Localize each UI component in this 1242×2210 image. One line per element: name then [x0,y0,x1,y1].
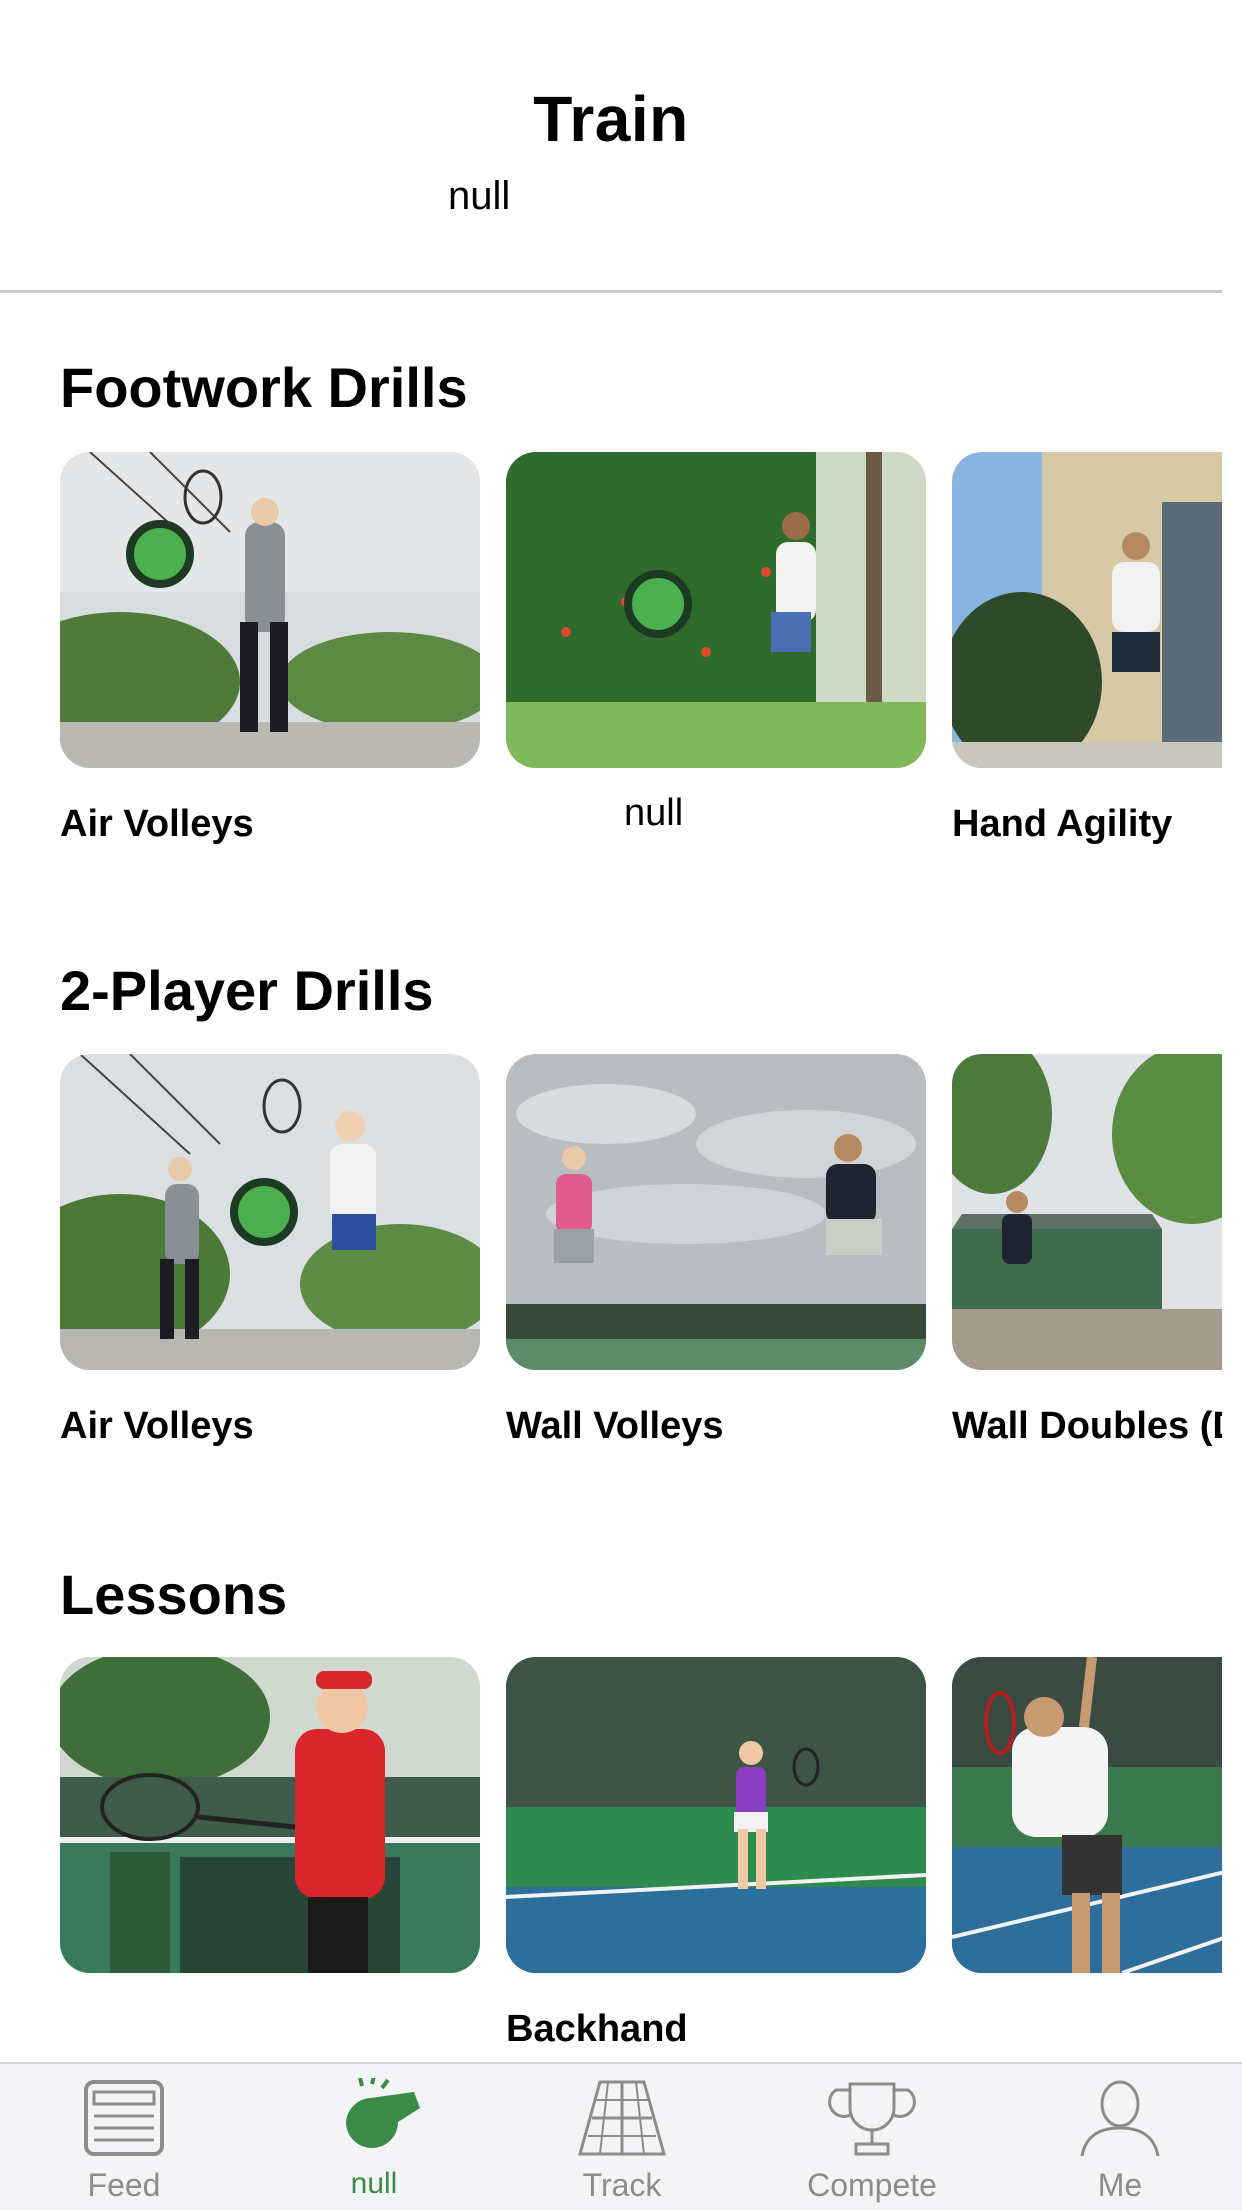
page-subtitle: null [448,174,511,218]
tab-train[interactable]: null [274,2075,474,2201]
section-title-footwork-drills: Footwork Drills [60,356,468,419]
carousel-lessons[interactable] [60,1657,1222,1997]
drill-card-2[interactable] [506,452,926,768]
whistle-icon [346,2075,420,2148]
lesson-card-1[interactable] [60,1657,480,1973]
section-title-2-player-drills: 2-Player Drills [60,959,434,1022]
lesson-card-3[interactable] [952,1657,1222,1973]
tab-label: Compete [807,2167,937,2203]
tab-track[interactable]: Track [522,2078,722,2204]
drill-card-air-volleys[interactable] [60,452,480,768]
lesson-card-label: Backhand [506,2008,688,2050]
drill-card-wall-doubles[interactable] [952,1054,1222,1370]
drill-card-label: null [624,792,684,834]
trophy-icon [828,2082,916,2156]
tab-me[interactable]: Me [1020,2078,1220,2204]
drill-thumbnail-image [952,452,1222,768]
drill-card-label: Air Volleys [60,803,254,845]
drill-card-wall-volleys[interactable] [506,1054,926,1370]
lesson-thumbnail-image [60,1657,480,1973]
lesson-thumbnail-image [506,1657,926,1973]
tab-bar: Feed null Track Compete Me [0,2062,1242,2210]
lesson-card-backhand[interactable] [506,1657,926,1973]
carousel-2-player-drills[interactable] [60,1054,1222,1394]
tab-compete[interactable]: Compete [772,2078,972,2204]
tab-feed[interactable]: Feed [24,2078,224,2204]
drill-card-label: Hand Agility [952,803,1173,845]
drill-thumbnail-image [952,1054,1222,1370]
section-title-lessons: Lessons [60,1563,288,1626]
lesson-thumbnail-image [952,1657,1222,1973]
tab-label: null [350,2167,398,2200]
tab-label: Track [582,2167,662,2203]
drill-thumbnail-image [60,1054,480,1370]
person-icon [1080,2080,1160,2157]
nav-header: Train null [0,0,1222,293]
label-clip: Wall Doubles (D [60,1405,1222,1465]
carousel-footwork-drills[interactable] [60,452,1222,792]
feed-icon [84,2080,164,2156]
drill-thumbnail-image [60,452,480,768]
drill-thumbnail-image [506,452,926,768]
tab-label: Me [1097,2167,1143,2203]
court-icon [578,2080,666,2156]
tab-label: Feed [87,2167,161,2203]
drill-thumbnail-image [506,1054,926,1370]
page-title: Train [533,83,689,155]
drill-card-label: Wall Doubles (D [952,1405,1222,1447]
drill-card-air-volleys[interactable] [60,1054,480,1370]
drill-card-hand-agility[interactable] [952,452,1222,768]
